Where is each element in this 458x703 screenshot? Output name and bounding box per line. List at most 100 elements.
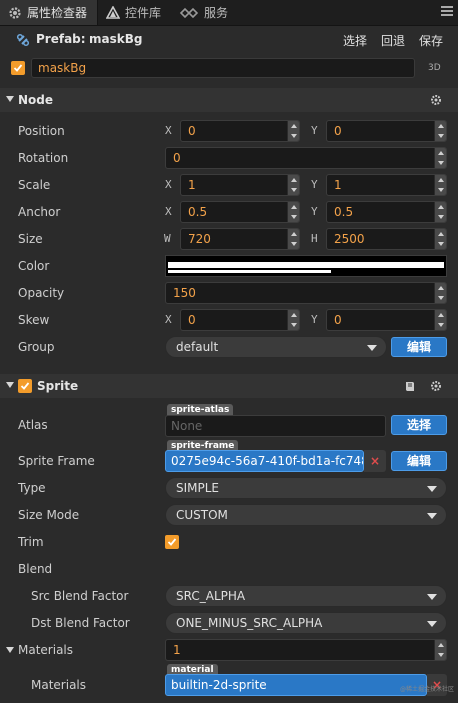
atlas-asset-field[interactable]: None [165,415,386,437]
spinner-icon[interactable] [434,640,446,660]
group-select[interactable]: default [165,336,387,358]
anchor-y-input[interactable]: 0.5 [326,201,447,223]
skew-y-axis: Y [311,313,318,326]
sprite-section-header[interactable]: Sprite [0,374,458,398]
node-name-input[interactable]: maskBg [31,58,415,78]
dst-blend-select[interactable]: ONE_MINUS_SRC_ALPHA [165,612,447,634]
rotation-input[interactable]: 0 [165,147,447,169]
spinner-icon[interactable] [287,310,299,330]
section-title: Sprite [37,379,79,393]
size-mode-select[interactable]: CUSTOM [165,504,447,526]
gear-icon[interactable] [430,94,442,106]
anchor-x-axis: X [165,205,172,218]
spinner-icon[interactable] [287,202,299,222]
color-label: Color [18,259,50,273]
prefab-select-button[interactable]: 选择 [343,32,367,49]
spinner-icon[interactable] [287,229,299,249]
trim-label: Trim [18,535,44,549]
position-x-input[interactable]: 0 [180,120,300,142]
chevron-down-icon [427,513,437,519]
section-title: Node [18,93,54,107]
atlas-select-button[interactable]: 选择 [391,415,447,435]
node-active-checkbox[interactable] [11,61,25,75]
panel-menu-icon[interactable] [441,4,453,18]
tab-label: 服务 [204,6,229,20]
collapse-arrow-icon[interactable] [6,96,14,102]
skew-y-input[interactable]: 0 [326,309,447,331]
prefab-bar: Prefab: maskBg 选择 回退 保存 [0,27,458,53]
size-height-input[interactable]: 2500 [326,228,447,250]
prefab-revert-button[interactable]: 回退 [381,32,405,49]
dst-blend-label: Dst Blend Factor [31,616,130,630]
triangle-icon [106,5,121,20]
materials-count-label: Materials [18,643,74,657]
collapse-arrow-icon[interactable] [6,647,14,653]
src-blend-select[interactable]: SRC_ALPHA [165,585,447,607]
size-h-axis: H [311,232,318,245]
size-label: Size [18,232,43,246]
type-label: Type [18,481,46,495]
type-select[interactable]: SIMPLE [165,477,447,499]
anchor-x-input[interactable]: 0.5 [180,201,300,223]
spinner-icon[interactable] [434,175,446,195]
position-x-axis: X [165,124,172,137]
spinner-icon[interactable] [287,121,299,141]
spinner-icon[interactable] [434,283,446,303]
position-label: Position [18,124,65,138]
opacity-input[interactable]: 150 [165,282,447,304]
gear-icon[interactable] [430,380,442,392]
anchor-label: Anchor [18,205,61,219]
spinner-icon[interactable] [434,121,446,141]
position-y-axis: Y [311,124,318,137]
scale-label: Scale [18,178,51,192]
size-mode-label: Size Mode [18,508,80,522]
sprite-frame-label: Sprite Frame [18,454,95,468]
rotation-label: Rotation [18,151,69,165]
materials-count-input[interactable]: 1 [165,639,447,661]
tab-inspector[interactable]: 属性检查器 [0,0,99,25]
prefab-save-button[interactable]: 保存 [419,32,443,49]
tab-services[interactable]: 服务 [171,0,238,25]
trim-checkbox[interactable] [165,535,179,549]
opacity-label: Opacity [18,286,65,300]
3d-toggle[interactable]: 3D [428,63,441,73]
spinner-icon[interactable] [434,202,446,222]
tab-label: 控件库 [125,6,162,20]
spinner-icon[interactable] [434,310,446,330]
node-section-header[interactable]: Node [0,88,458,112]
spinner-icon[interactable] [434,229,446,249]
material-asset-field[interactable]: builtin-2d-sprite [165,674,427,696]
size-width-input[interactable]: 720 [180,228,300,250]
book-icon[interactable] [404,380,416,392]
group-label: Group [18,340,55,354]
atlas-label: Atlas [18,418,48,432]
scale-x-input[interactable]: 1 [180,174,300,196]
sprite-frame-asset-field[interactable]: 0275e94c-56a7-410f-bd1a-fc748... [165,450,364,472]
skew-x-axis: X [165,313,172,326]
anchor-y-axis: Y [311,205,318,218]
sprite-frame-edit-button[interactable]: 编辑 [391,451,447,471]
blend-label: Blend [18,562,53,576]
spinner-icon[interactable] [434,148,446,168]
position-y-input[interactable]: 0 [326,120,447,142]
size-w-axis: W [164,232,171,245]
scale-y-axis: Y [311,178,318,191]
tab-widget-library[interactable]: 控件库 [98,0,171,25]
tab-label: 属性检查器 [27,6,88,20]
scale-x-axis: X [165,178,172,191]
sprite-enabled-checkbox[interactable] [18,379,32,393]
prefab-name: maskBg [89,32,143,46]
clear-sprite-frame-button[interactable]: × [364,450,386,472]
src-blend-label: Src Blend Factor [31,589,129,603]
collapse-arrow-icon[interactable] [6,382,14,388]
link-icon [179,6,199,20]
color-picker[interactable] [165,255,447,277]
group-edit-button[interactable]: 编辑 [391,337,447,357]
scale-y-input[interactable]: 1 [326,174,447,196]
chevron-down-icon [427,486,437,492]
chevron-down-icon [427,594,437,600]
spinner-icon[interactable] [287,175,299,195]
prefab-label: Prefab: [36,32,86,46]
chevron-down-icon [427,621,437,627]
skew-x-input[interactable]: 0 [180,309,300,331]
